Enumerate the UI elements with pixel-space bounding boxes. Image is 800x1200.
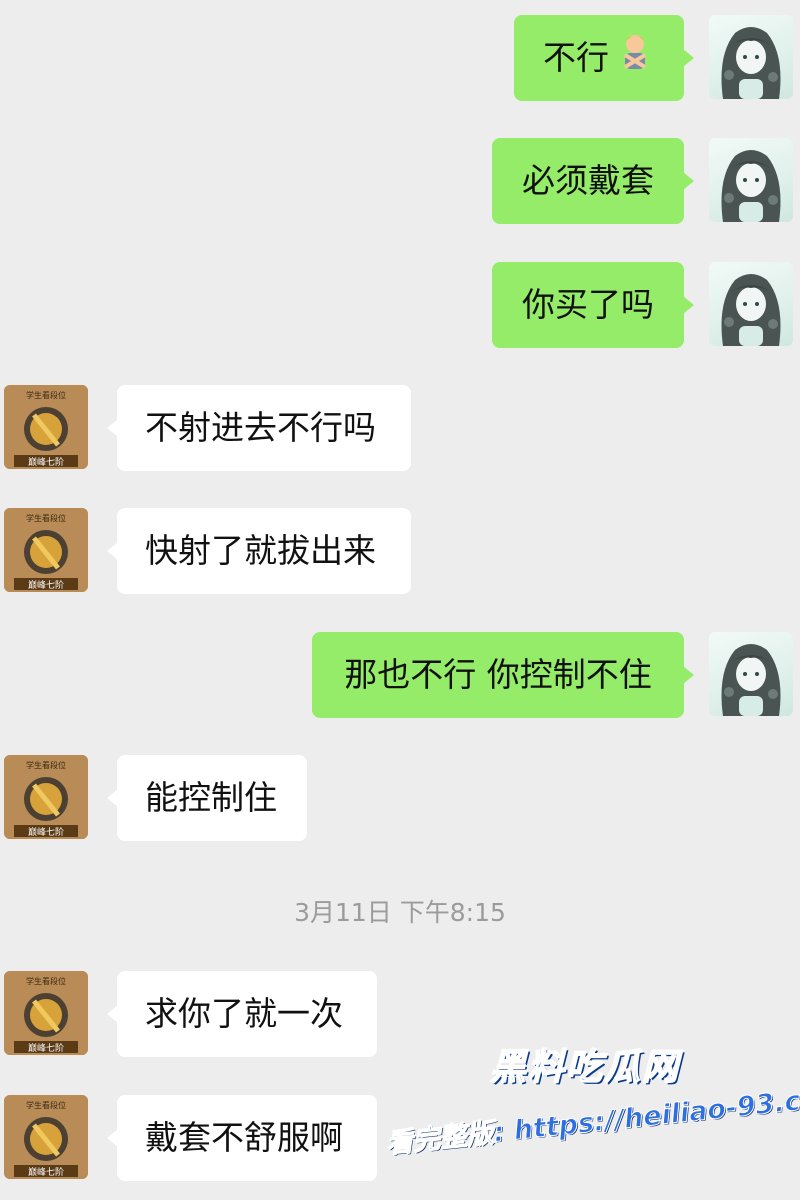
avatar-caption-top: 学生看段位 bbox=[26, 976, 66, 986]
message-text: 能控制住 bbox=[145, 778, 277, 817]
message-text: 不行 bbox=[543, 38, 609, 77]
message-bubble[interactable]: 那也不行 你控制不住 bbox=[312, 632, 694, 718]
message-bubble[interactable]: 你买了吗 bbox=[492, 262, 694, 348]
watermark-title: 黑料吃瓜网 bbox=[489, 1046, 681, 1089]
message-bubble[interactable]: 不行 bbox=[514, 15, 694, 103]
message-bubble[interactable]: 求你了就一次 bbox=[107, 971, 377, 1057]
message-text: 求你了就一次 bbox=[145, 994, 343, 1033]
avatar-caption-bottom: 巅峰七阶 bbox=[28, 1042, 64, 1054]
watermark: 黑料吃瓜网 看完整版: https://heiliao-93.com bbox=[380, 1030, 800, 1200]
avatar-caption-top: 学生看段位 bbox=[26, 513, 66, 523]
message-bubble[interactable]: 不射进去不行吗 bbox=[107, 385, 411, 471]
avatar-caption-bottom: 巅峰七阶 bbox=[28, 1166, 64, 1178]
message-text: 不射进去不行吗 bbox=[145, 408, 376, 447]
contact-avatar[interactable]: 学生看段位 巅峰七阶 bbox=[4, 508, 88, 592]
message-text: 必须戴套 bbox=[522, 161, 654, 200]
message-bubble[interactable]: 戴套不舒服啊 bbox=[107, 1095, 377, 1181]
my-avatar[interactable] bbox=[709, 632, 793, 716]
avatar-caption-top: 学生看段位 bbox=[26, 1100, 66, 1110]
message-text: 那也不行 你控制不住 bbox=[344, 655, 652, 694]
my-avatar[interactable] bbox=[709, 262, 793, 346]
contact-avatar[interactable]: 学生看段位 巅峰七阶 bbox=[4, 755, 88, 839]
avatar-caption-bottom: 巅峰七阶 bbox=[28, 826, 64, 838]
message-text: 戴套不舒服啊 bbox=[145, 1118, 343, 1157]
avatar-caption-top: 学生看段位 bbox=[26, 760, 66, 770]
message-text: 你买了吗 bbox=[522, 285, 654, 324]
person-gesturing-no-icon bbox=[615, 17, 655, 103]
message-bubble[interactable]: 必须戴套 bbox=[492, 138, 694, 224]
avatar-caption-bottom: 巅峰七阶 bbox=[28, 579, 64, 591]
timestamp-divider: 3月11日 下午8:15 bbox=[294, 898, 506, 927]
avatar-caption-bottom: 巅峰七阶 bbox=[28, 456, 64, 468]
my-avatar[interactable] bbox=[709, 15, 793, 99]
message-bubble[interactable]: 快射了就拔出来 bbox=[107, 508, 411, 594]
chat-window: 不行 必须戴套 你买了吗 学生看段位 巅峰七阶 不射进去不行吗 学生看段位 巅峰… bbox=[0, 0, 800, 1200]
my-avatar[interactable] bbox=[709, 138, 793, 222]
contact-avatar[interactable]: 学生看段位 巅峰七阶 bbox=[4, 385, 88, 469]
message-bubble[interactable]: 能控制住 bbox=[107, 755, 307, 841]
contact-avatar[interactable]: 学生看段位 巅峰七阶 bbox=[4, 971, 88, 1055]
contact-avatar[interactable]: 学生看段位 巅峰七阶 bbox=[4, 1095, 88, 1179]
avatar-caption-top: 学生看段位 bbox=[26, 390, 66, 400]
message-text: 快射了就拔出来 bbox=[145, 531, 376, 570]
